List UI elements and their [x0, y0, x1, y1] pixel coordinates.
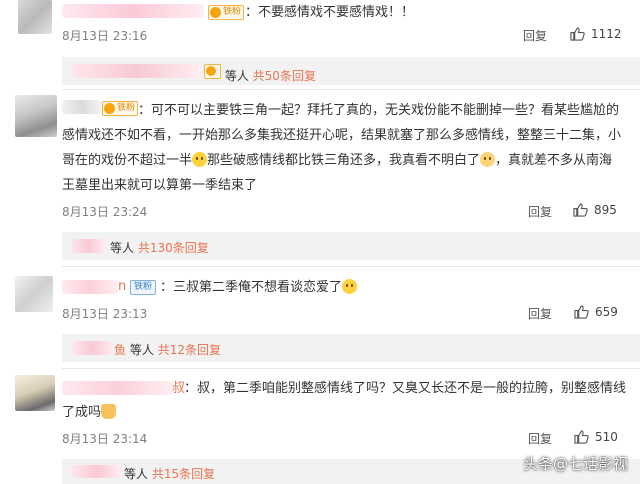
reply-username[interactable] — [72, 64, 202, 78]
comment-text-segment: ：三叔第二季俺不想看谈恋爱了 — [160, 280, 343, 295]
like-count: 659 — [595, 305, 618, 319]
replies-who: 等人 — [224, 69, 249, 83]
like-count: 1112 — [591, 27, 622, 41]
replies-who: 等人 — [110, 241, 135, 255]
fan-badge: 铁粉 — [102, 101, 139, 116]
reply-button[interactable]: 回复 — [528, 203, 552, 220]
username[interactable] — [62, 100, 102, 114]
comment-text: ：不要感情戏不要感情戏！！ — [245, 5, 415, 20]
thumbs-up-icon[interactable] — [573, 203, 588, 217]
comment-text-segment: ，真就差不多从南海 — [495, 153, 613, 168]
fan-badge: 铁粉 — [130, 280, 157, 295]
replies-summary[interactable]: 等人 共130条回复 — [110, 239, 209, 256]
replies-count[interactable]: 共15条回复 — [152, 467, 215, 481]
comment-text-line: ：叔，第二季咱能别整感情线了吗？又臭又长还不是一般的拉胯，别整感情线 — [184, 381, 627, 396]
comment-text: ：三叔第二季俺不想看谈恋爱了 — [160, 277, 358, 298]
watermark: 头条@七话影视 — [522, 455, 628, 473]
avatar[interactable] — [15, 95, 57, 137]
reply-button[interactable]: 回复 — [528, 305, 552, 322]
comment-date: 8月13日 23:14 — [62, 432, 148, 446]
fan-badge-icon — [210, 7, 221, 18]
replies-count[interactable]: 共130条回复 — [138, 241, 209, 255]
divider — [62, 368, 640, 369]
comment-text-segment: 哥在的戏份不超过一半 — [62, 153, 193, 168]
replies-who: 等人 — [124, 467, 149, 481]
username-tail[interactable]: n — [118, 276, 126, 297]
reply-username[interactable] — [72, 239, 106, 253]
comment-date: 8月13日 23:24 — [62, 205, 148, 219]
comment-text-segment: 了成吗 — [62, 405, 102, 420]
baby-emoji-icon — [480, 152, 496, 167]
comment-text-line: 王墓里出来就可以算第一季结束了 — [62, 178, 258, 193]
comment-text-line: 了成吗 — [62, 402, 117, 423]
fan-badge: 铁粉 — [208, 5, 245, 20]
comment-date: 8月13日 23:13 — [62, 307, 148, 321]
comment-date: 8月13日 23:16 — [62, 29, 148, 43]
reply-username[interactable] — [72, 341, 114, 355]
avatar[interactable] — [18, 0, 52, 34]
comment-text-line: ：可不可以主要铁三角一起？拜托了真的，无关戏份能不能删掉一些？看某些尴尬的 — [138, 103, 620, 118]
replies-summary[interactable]: 鱼 等人 共12条回复 — [114, 341, 221, 358]
fan-badge-label: 铁粉 — [117, 103, 136, 113]
thumbs-up-icon[interactable] — [570, 27, 585, 41]
like-count: 895 — [594, 203, 617, 217]
replies-who: 等人 — [129, 343, 154, 357]
replies-count[interactable]: 共50条回复 — [253, 69, 316, 83]
divider — [62, 266, 640, 267]
reply-username[interactable] — [72, 465, 122, 478]
replies-summary[interactable]: 等人 共15条回复 — [124, 465, 215, 482]
reply-button[interactable]: 回复 — [523, 27, 547, 44]
sad-emoji-icon — [342, 279, 358, 294]
reply-button[interactable]: 回复 — [528, 430, 552, 447]
comment-text-line: 感情戏还不如不看，一开始那么多集我还挺开心呢，结果就塞了那么多感情线，整整三十二… — [62, 128, 622, 143]
replies-count[interactable]: 共12条回复 — [158, 343, 221, 357]
pray-emoji-icon — [101, 404, 117, 419]
avatar[interactable] — [15, 375, 55, 411]
fan-badge-icon — [204, 64, 221, 79]
like-count: 510 — [595, 430, 618, 444]
fan-badge-label: 铁粉 — [223, 7, 242, 17]
username[interactable] — [62, 280, 118, 294]
username[interactable] — [62, 381, 172, 395]
thumbs-up-icon[interactable] — [574, 305, 589, 319]
reply-username-tail[interactable]: 鱼 — [114, 343, 126, 357]
username[interactable] — [62, 4, 204, 18]
avatar[interactable] — [15, 276, 53, 312]
comment-text-line: 哥在的戏份不超过一半 那些破感情线都比铁三角还多，我真看不明白了 ，真就差不多从南海 — [62, 150, 612, 171]
thinking-emoji-icon — [192, 152, 208, 167]
thumbs-up-icon[interactable] — [574, 430, 589, 444]
fan-badge-icon — [104, 103, 115, 114]
comment-text-segment: 那些破感情线都比铁三角还多，我真看不明白了 — [207, 153, 481, 168]
divider — [62, 89, 640, 90]
replies-summary[interactable]: 等人 共50条回复 — [204, 64, 316, 84]
